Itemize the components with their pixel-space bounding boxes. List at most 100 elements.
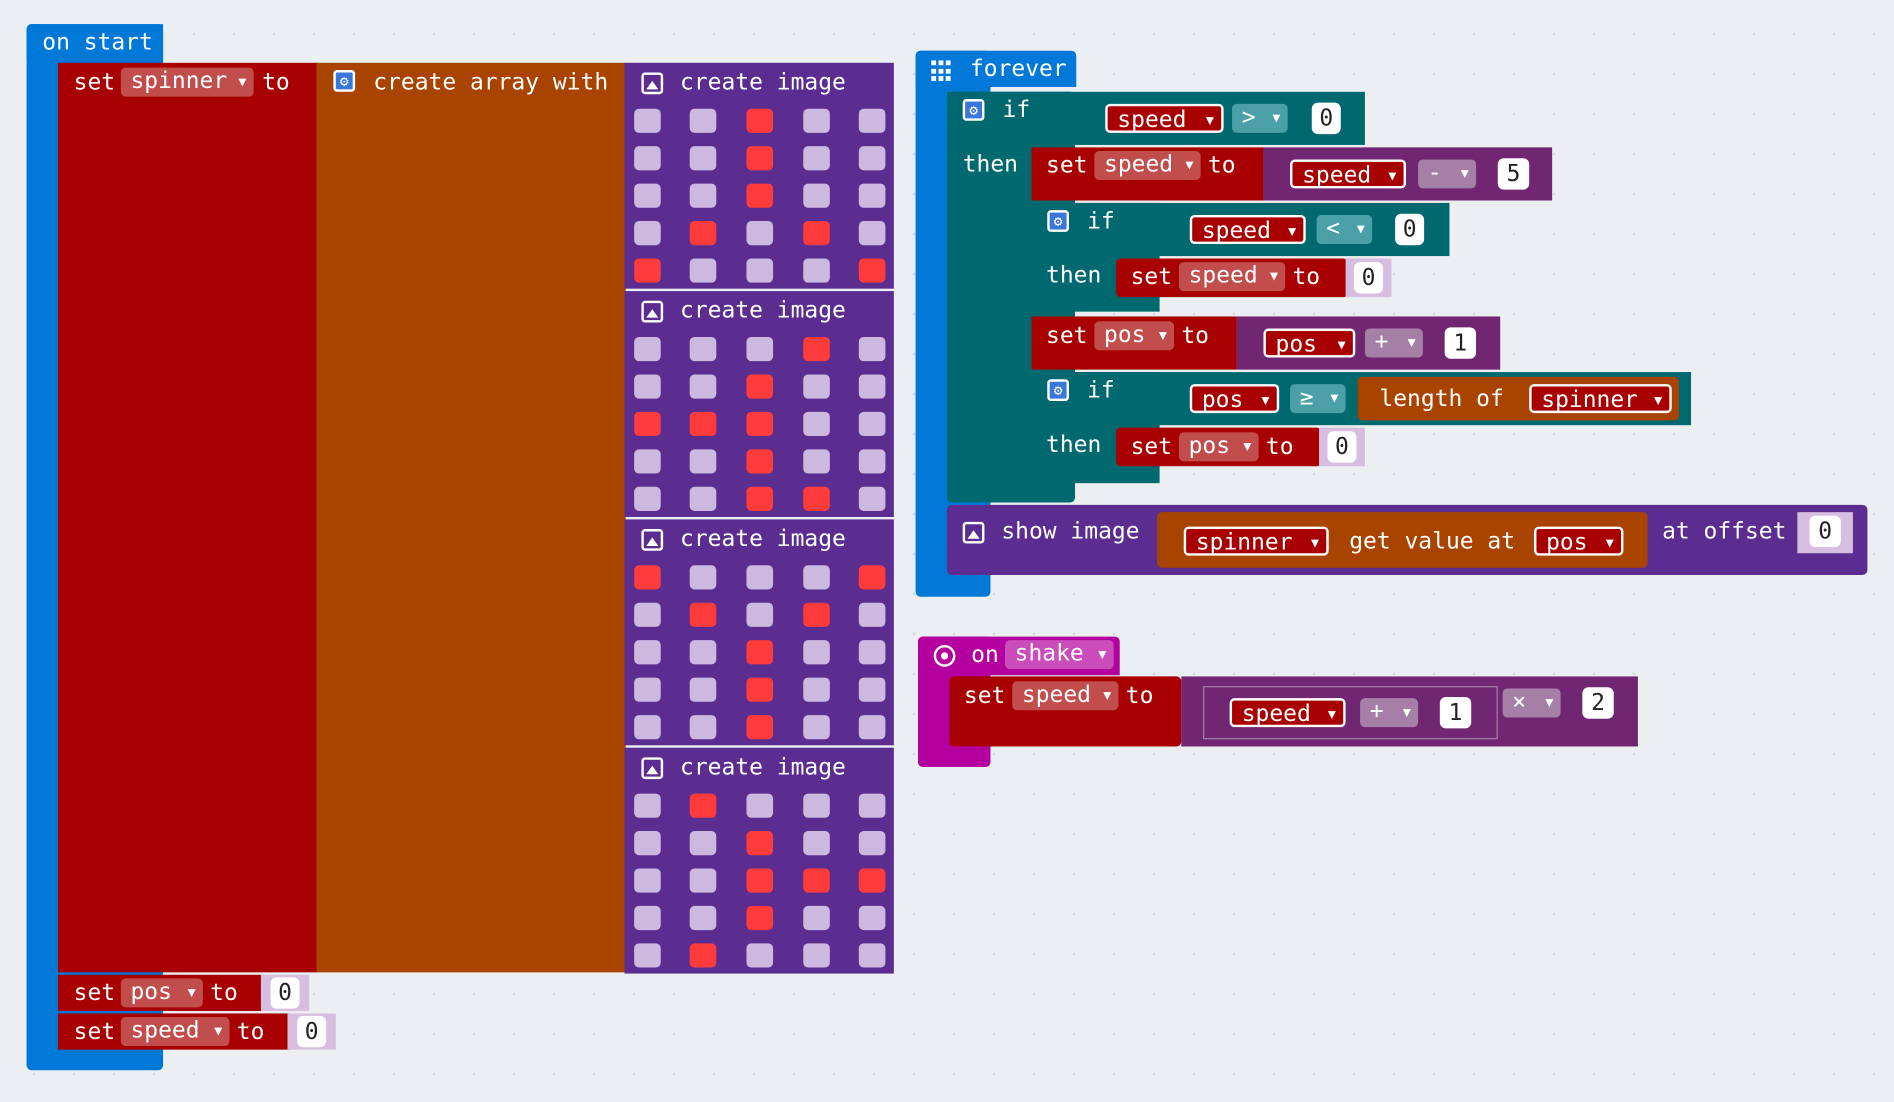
- led-cell[interactable]: [858, 715, 886, 740]
- led-cell[interactable]: [858, 602, 886, 627]
- led-cell[interactable]: [803, 108, 830, 133]
- led-cell[interactable]: [803, 943, 830, 968]
- spinner-variable-dropdown[interactable]: spinner ▼: [1183, 526, 1329, 556]
- gear-icon[interactable]: ⚙: [333, 70, 356, 92]
- led-cell[interactable]: [858, 943, 886, 968]
- led-cell[interactable]: [858, 183, 886, 208]
- led-cell[interactable]: [746, 715, 774, 740]
- led-cell[interactable]: [858, 337, 886, 362]
- speed-variable-dropdown[interactable]: speed ▼: [1229, 698, 1346, 728]
- led-cell[interactable]: [803, 486, 830, 511]
- speed-variable-dropdown[interactable]: speed ▼: [1290, 159, 1406, 189]
- speed-variable-dropdown[interactable]: speed ▼: [120, 1017, 230, 1047]
- speed-variable-dropdown[interactable]: speed ▼: [1094, 150, 1201, 180]
- set-pos-value-field[interactable]: 0: [270, 977, 300, 1009]
- led-cell[interactable]: [803, 905, 830, 931]
- compare-value-field[interactable]: 0: [1395, 213, 1425, 246]
- create-image-block-3[interactable]: [624, 519, 894, 746]
- led-cell[interactable]: [858, 640, 886, 665]
- math-operator-dropdown[interactable]: + ▼: [1364, 328, 1423, 358]
- speed-variable-dropdown[interactable]: speed ▼: [1012, 681, 1119, 711]
- led-cell[interactable]: [634, 411, 661, 437]
- led-cell[interactable]: [858, 449, 886, 474]
- led-cell[interactable]: [689, 374, 717, 399]
- led-cell[interactable]: [803, 449, 830, 474]
- create-array-block[interactable]: [316, 62, 626, 973]
- pos-variable-dropdown[interactable]: pos ▼: [120, 978, 203, 1008]
- create-image-block-4[interactable]: [624, 747, 894, 974]
- gesture-dropdown[interactable]: shake ▼: [1004, 640, 1114, 670]
- subtract-value-field[interactable]: 5: [1497, 158, 1530, 190]
- led-cell[interactable]: [689, 146, 717, 171]
- led-cell[interactable]: [634, 905, 661, 931]
- led-cell[interactable]: [858, 565, 886, 590]
- led-cell[interactable]: [689, 677, 717, 702]
- led-cell[interactable]: [803, 337, 830, 362]
- led-cell[interactable]: [634, 108, 661, 133]
- led-cell[interactable]: [858, 374, 886, 399]
- led-cell[interactable]: [689, 108, 717, 133]
- led-cell[interactable]: [858, 221, 886, 246]
- led-cell[interactable]: [746, 486, 774, 511]
- spinner-variable-dropdown[interactable]: spinner ▼: [120, 67, 254, 97]
- led-cell[interactable]: [803, 565, 830, 590]
- led-cell[interactable]: [634, 337, 661, 362]
- pos-variable-dropdown[interactable]: pos ▼: [1263, 328, 1356, 358]
- led-cell[interactable]: [746, 183, 774, 208]
- led-cell[interactable]: [746, 146, 774, 171]
- led-cell[interactable]: [689, 411, 717, 437]
- led-cell[interactable]: [858, 486, 886, 511]
- led-cell[interactable]: [746, 449, 774, 474]
- compare-operator-dropdown[interactable]: < ▼: [1316, 215, 1373, 244]
- led-cell[interactable]: [746, 943, 774, 968]
- led-cell[interactable]: [634, 677, 661, 702]
- led-cell[interactable]: [689, 905, 717, 931]
- led-cell[interactable]: [634, 602, 661, 627]
- pos-variable-dropdown[interactable]: pos ▼: [1534, 526, 1624, 556]
- led-cell[interactable]: [858, 868, 886, 893]
- spinner-variable-dropdown[interactable]: spinner ▼: [1529, 384, 1672, 414]
- led-cell[interactable]: [803, 146, 830, 171]
- led-cell[interactable]: [634, 715, 661, 740]
- led-cell[interactable]: [634, 565, 661, 590]
- led-cell[interactable]: [858, 108, 886, 133]
- led-cell[interactable]: [858, 793, 886, 818]
- led-cell[interactable]: [634, 640, 661, 665]
- led-cell[interactable]: [803, 411, 830, 437]
- led-cell[interactable]: [803, 640, 830, 665]
- led-cell[interactable]: [689, 793, 717, 818]
- led-cell[interactable]: [803, 793, 830, 818]
- led-cell[interactable]: [803, 831, 830, 856]
- led-cell[interactable]: [689, 221, 717, 246]
- led-cell[interactable]: [689, 602, 717, 627]
- led-cell[interactable]: [746, 677, 774, 702]
- led-cell[interactable]: [803, 868, 830, 893]
- led-cell[interactable]: [746, 793, 774, 818]
- set-speed-value-field[interactable]: 0: [1354, 262, 1384, 294]
- set-spinner-block[interactable]: [57, 62, 318, 973]
- led-cell[interactable]: [803, 715, 830, 740]
- led-cell[interactable]: [746, 221, 774, 246]
- pos-variable-dropdown[interactable]: pos ▼: [1178, 432, 1259, 462]
- led-cell[interactable]: [689, 183, 717, 208]
- led-cell[interactable]: [689, 831, 717, 856]
- led-cell[interactable]: [689, 486, 717, 511]
- led-cell[interactable]: [634, 183, 661, 208]
- gear-icon[interactable]: ⚙: [1047, 379, 1069, 402]
- compare-operator-dropdown[interactable]: > ▼: [1232, 103, 1288, 133]
- led-cell[interactable]: [858, 146, 886, 171]
- led-cell[interactable]: [689, 258, 717, 283]
- led-cell[interactable]: [634, 374, 661, 399]
- led-cell[interactable]: [634, 486, 661, 511]
- offset-value-field[interactable]: 0: [1809, 515, 1841, 548]
- led-cell[interactable]: [634, 258, 661, 283]
- gear-icon[interactable]: ⚙: [962, 99, 985, 121]
- led-cell[interactable]: [803, 374, 830, 399]
- led-cell[interactable]: [746, 108, 774, 133]
- create-image-block-1[interactable]: [624, 62, 894, 289]
- multiply-operator-dropdown[interactable]: × ▼: [1502, 688, 1561, 718]
- led-cell[interactable]: [746, 640, 774, 665]
- led-cell[interactable]: [689, 868, 717, 893]
- led-cell[interactable]: [634, 146, 661, 171]
- compare-operator-dropdown[interactable]: ≥ ▼: [1290, 384, 1346, 414]
